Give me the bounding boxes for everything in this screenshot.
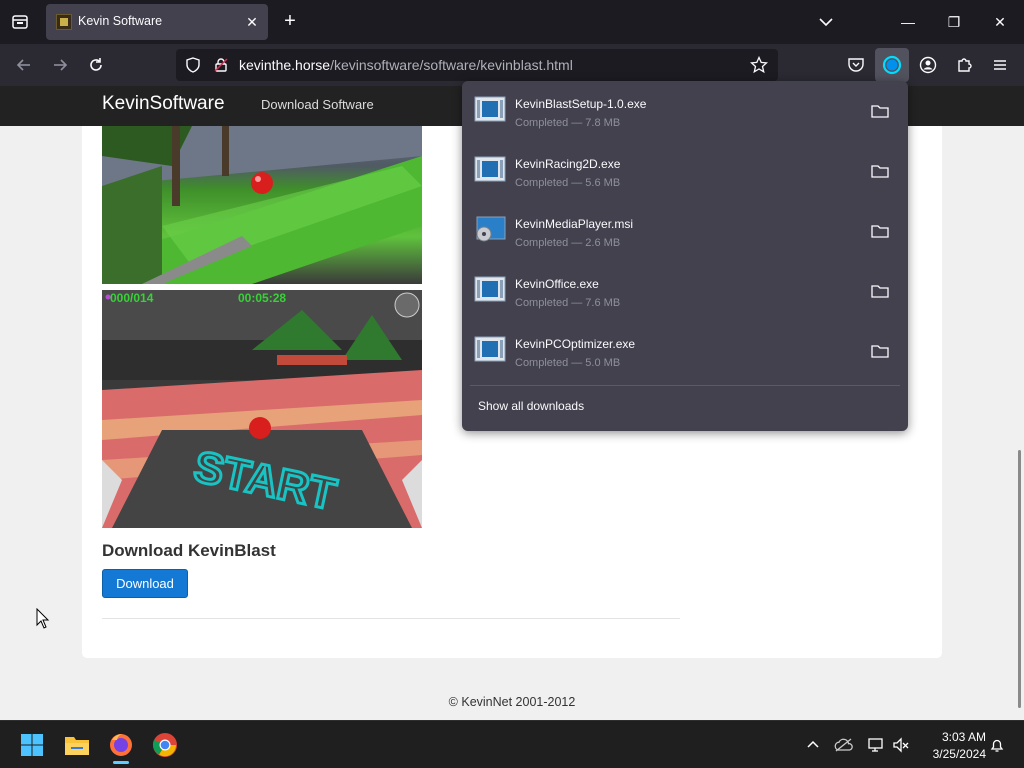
forward-icon[interactable] (48, 53, 72, 77)
msi-icon (476, 216, 506, 242)
tab-strip: Kevin Software ✕ + — ❐ ✕ (0, 0, 1024, 44)
shield-icon[interactable] (181, 53, 205, 77)
divider (470, 385, 900, 386)
hud-counter: 000/014 (110, 291, 154, 305)
download-filename: KevinOffice.exe (515, 277, 599, 291)
nav-download-software-link[interactable]: Download Software (261, 97, 374, 112)
new-tab-icon[interactable]: + (278, 10, 302, 34)
url-domain: kevinthe.horse (239, 57, 331, 73)
exe-icon (474, 276, 506, 302)
mouse-cursor-icon (36, 608, 50, 629)
tab-kevin-software[interactable]: Kevin Software ✕ (46, 4, 268, 40)
back-icon[interactable] (12, 53, 36, 77)
notification-bell-icon[interactable] (987, 735, 1007, 755)
download-heading: Download KevinBlast (102, 541, 276, 560)
exe-icon (474, 96, 506, 122)
show-all-downloads-button[interactable]: Show all downloads (478, 399, 584, 413)
volume-muted-icon[interactable] (891, 735, 911, 755)
folder-icon[interactable] (870, 221, 890, 241)
tab-title: Kevin Software (78, 14, 163, 28)
restore-icon[interactable]: ❐ (942, 10, 966, 34)
bookmark-star-icon[interactable] (747, 53, 771, 77)
game-screenshot-2: START 000/014 00:05:28 (102, 290, 422, 528)
downloads-icon[interactable] (875, 48, 909, 82)
firefox-view-icon[interactable] (6, 8, 34, 36)
download-filename: KevinRacing2D.exe (515, 157, 621, 171)
download-item[interactable]: KevinPCOptimizer.exe Completed — 5.0 MB (470, 327, 900, 383)
pocket-icon[interactable] (844, 53, 868, 77)
close-tab-icon[interactable]: ✕ (242, 12, 262, 32)
download-item[interactable]: KevinRacing2D.exe Completed — 5.6 MB (470, 147, 900, 203)
exe-icon (474, 336, 506, 362)
chrome-icon[interactable] (147, 727, 183, 763)
navigation-toolbar: kevinthe.horse/kevinsoftware/software/ke… (0, 44, 1024, 86)
divider (102, 618, 680, 619)
download-filename: KevinPCOptimizer.exe (515, 337, 636, 351)
close-window-icon[interactable]: ✕ (988, 10, 1012, 34)
clock-time[interactable]: 3:03 AM (926, 730, 986, 744)
reload-icon[interactable] (84, 53, 108, 77)
download-status: Completed — 2.6 MB (515, 237, 621, 249)
download-status: Completed — 7.8 MB (515, 117, 621, 129)
exe-icon (474, 156, 506, 182)
menu-icon[interactable] (988, 53, 1012, 77)
download-filename: KevinBlastSetup-1.0.exe (515, 97, 647, 111)
folder-icon[interactable] (870, 161, 890, 181)
folder-icon[interactable] (870, 101, 890, 121)
download-item[interactable]: KevinOffice.exe Completed — 7.6 MB (470, 267, 900, 323)
onedrive-icon[interactable] (834, 735, 854, 755)
url-bar[interactable]: kevinthe.horse/kevinsoftware/software/ke… (176, 49, 778, 81)
download-item[interactable]: KevinBlastSetup-1.0.exe Completed — 7.8 … (470, 87, 900, 143)
footer-copyright: © KevinNet 2001-2012 (448, 695, 576, 709)
page-scrollbar[interactable] (1018, 450, 1021, 708)
file-explorer-icon[interactable] (59, 727, 95, 763)
url-path: /kevinsoftware/software/kevinblast.html (330, 57, 573, 73)
download-button[interactable]: Download (102, 569, 188, 598)
minimize-icon[interactable]: — (896, 10, 920, 34)
site-brand[interactable]: KevinSoftware (102, 93, 225, 115)
firefox-icon[interactable] (103, 727, 139, 763)
taskbar: 3:03 AM 3/25/2024 (0, 720, 1024, 768)
downloads-panel: KevinBlastSetup-1.0.exe Completed — 7.8 … (462, 81, 908, 431)
url-text[interactable]: kevinthe.horse/kevinsoftware/software/ke… (239, 57, 573, 73)
download-status: Completed — 7.6 MB (515, 297, 621, 309)
game-screenshot-1 (102, 126, 422, 284)
download-filename: KevinMediaPlayer.msi (515, 217, 634, 231)
download-item[interactable]: KevinMediaPlayer.msi Completed — 2.6 MB (470, 207, 900, 263)
chevron-up-icon[interactable] (803, 735, 823, 755)
network-icon[interactable] (866, 735, 886, 755)
extensions-icon[interactable] (952, 53, 976, 77)
account-icon[interactable] (916, 53, 940, 77)
chevron-down-icon[interactable] (814, 10, 838, 34)
hud-timer: 00:05:28 (238, 291, 286, 305)
windows-start-icon[interactable] (14, 727, 50, 763)
download-status: Completed — 5.6 MB (515, 177, 621, 189)
lock-icon[interactable] (209, 53, 233, 77)
folder-icon[interactable] (870, 281, 890, 301)
clock-date[interactable]: 3/25/2024 (916, 747, 986, 761)
folder-icon[interactable] (870, 341, 890, 361)
active-app-indicator (113, 761, 129, 764)
site-favicon-icon (56, 14, 72, 30)
download-status: Completed — 5.0 MB (515, 357, 621, 369)
